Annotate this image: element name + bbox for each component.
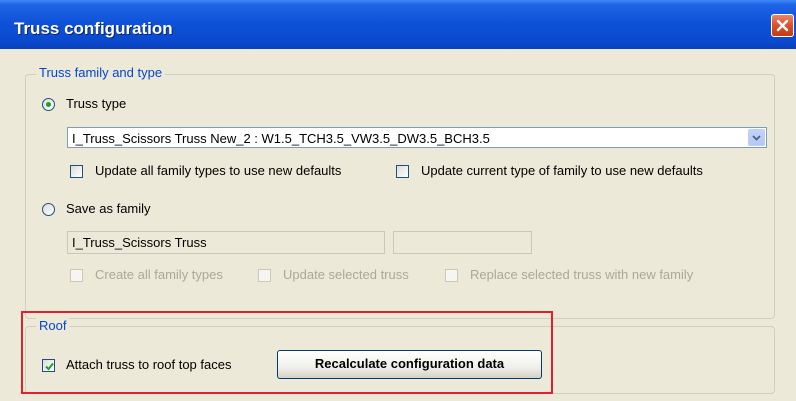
truss-family-group-title: Truss family and type bbox=[36, 65, 166, 80]
close-icon bbox=[776, 19, 789, 32]
close-button[interactable] bbox=[771, 14, 794, 37]
truss-type-radio[interactable] bbox=[42, 98, 55, 111]
replace-selected-truss-checkbox[interactable] bbox=[445, 269, 458, 282]
highlight-annotation-box bbox=[21, 311, 553, 394]
save-as-family-radio[interactable] bbox=[42, 203, 55, 216]
family-name-field[interactable]: I_Truss_Scissors Truss bbox=[67, 231, 385, 254]
truss-type-dropdown[interactable]: I_Truss_Scissors Truss New_2 : W1.5_TCH3… bbox=[67, 127, 767, 148]
truss-type-value: I_Truss_Scissors Truss New_2 : W1.5_TCH3… bbox=[72, 131, 490, 146]
update-current-type-checkbox[interactable] bbox=[396, 165, 409, 178]
truss-family-group bbox=[25, 74, 775, 319]
update-current-type-label[interactable]: Update current type of family to use new… bbox=[421, 163, 703, 178]
update-selected-truss-checkbox[interactable] bbox=[258, 269, 271, 282]
family-suffix-field[interactable] bbox=[393, 231, 532, 254]
save-as-family-label[interactable]: Save as family bbox=[66, 201, 151, 216]
family-name-value: I_Truss_Scissors Truss bbox=[72, 235, 207, 250]
update-all-types-label[interactable]: Update all family types to use new defau… bbox=[95, 163, 341, 178]
dropdown-arrow-button[interactable] bbox=[748, 129, 765, 146]
create-all-types-label[interactable]: Create all family types bbox=[95, 267, 223, 282]
chevron-down-icon bbox=[752, 135, 761, 141]
update-selected-truss-label[interactable]: Update selected truss bbox=[283, 267, 409, 282]
replace-selected-truss-label[interactable]: Replace selected truss with new family bbox=[470, 267, 693, 282]
window-title: Truss configuration bbox=[14, 19, 173, 38]
update-all-types-checkbox[interactable] bbox=[70, 165, 83, 178]
title-bar: Truss configuration bbox=[0, 0, 796, 49]
truss-type-label[interactable]: Truss type bbox=[66, 96, 126, 111]
create-all-types-checkbox[interactable] bbox=[70, 269, 83, 282]
